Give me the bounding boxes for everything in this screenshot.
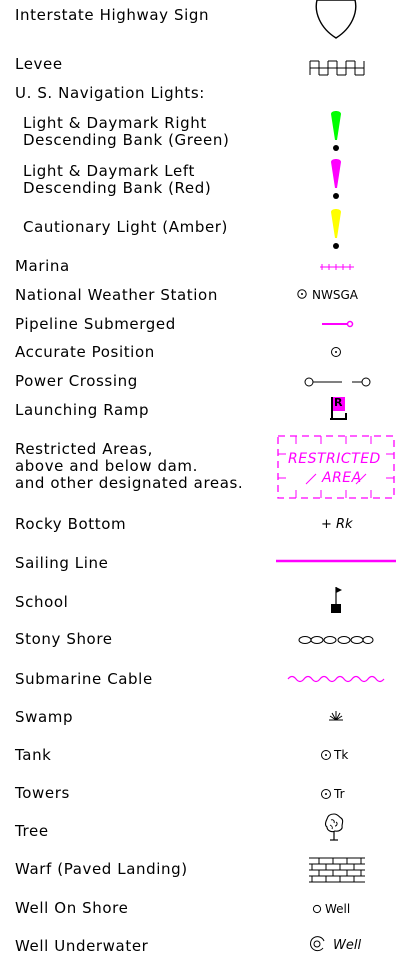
sailing-line-icon — [276, 559, 396, 563]
rocky-label: Rocky Bottom — [15, 515, 127, 533]
well-underwater-icon — [309, 935, 329, 953]
well-underwater-label: Well Underwater — [15, 937, 149, 955]
area-word: AREA — [322, 470, 362, 486]
swamp-icon — [327, 709, 345, 721]
weather-symbol-text: NWSGA — [312, 288, 358, 302]
well-shore-icon — [312, 903, 323, 915]
tank-symbol-text: Tk — [334, 748, 349, 762]
marina-icon — [320, 263, 354, 271]
levee-icon — [309, 60, 365, 76]
tree-icon — [323, 812, 345, 842]
light-right-label-1: Light & Daymark Right — [23, 114, 207, 132]
amber-light-icon — [329, 208, 343, 252]
marina-label: Marina — [15, 257, 70, 275]
light-left-label-2: Descending Bank (Red) — [23, 179, 212, 197]
warf-bricks-icon — [309, 857, 365, 883]
towers-icon — [320, 787, 334, 801]
tank-label: Tank — [15, 746, 52, 764]
restricted-word: RESTRICTED — [288, 451, 381, 467]
towers-symbol-text: Tr — [334, 787, 345, 801]
sailing-label: Sailing Line — [15, 554, 109, 572]
weather-label: National Weather Station — [15, 286, 218, 304]
green-light-icon — [329, 110, 343, 154]
rocky-symbol: + Rk — [321, 517, 353, 532]
pipeline-label: Pipeline Submerged — [15, 315, 176, 333]
power-crossing-icon — [304, 376, 374, 388]
light-left-label-1: Light & Daymark Left — [23, 162, 195, 180]
towers-label: Towers — [15, 784, 70, 802]
restricted-label-3: and other designated areas. — [15, 474, 244, 492]
swamp-label: Swamp — [15, 708, 74, 726]
stony-label: Stony Shore — [15, 630, 113, 648]
accurate-position-icon — [330, 345, 344, 359]
restricted-area-box — [276, 434, 396, 500]
ramp-letter: R — [334, 396, 343, 409]
light-right-label-2: Descending Bank (Green) — [23, 131, 230, 149]
accurate-label: Accurate Position — [15, 343, 155, 361]
weather-station-icon — [297, 287, 309, 301]
pipeline-icon — [322, 319, 354, 329]
submarine-cable-icon — [287, 674, 385, 684]
well-shore-label: Well On Shore — [15, 899, 129, 917]
restricted-label-1: Restricted Areas, — [15, 440, 153, 458]
stony-shore-icon — [297, 634, 375, 646]
warf-label: Warf (Paved Landing) — [15, 860, 188, 878]
school-label: School — [15, 593, 69, 611]
well-shore-symbol: Well — [325, 902, 351, 916]
restricted-label-2: above and below dam. — [15, 457, 198, 475]
well-underwater-symbol: Well — [333, 938, 362, 953]
cautionary-label: Cautionary Light (Amber) — [23, 218, 229, 236]
red-light-icon — [329, 158, 343, 202]
school-flag-icon — [330, 586, 346, 614]
ramp-label: Launching Ramp — [15, 401, 150, 419]
interstate-shield-icon — [314, 0, 358, 40]
interstate-label: Interstate Highway Sign — [15, 6, 210, 24]
cable-label: Submarine Cable — [15, 670, 153, 688]
levee-label: Levee — [15, 55, 63, 73]
power-label: Power Crossing — [15, 372, 138, 390]
nav-lights-heading: U. S. Navigation Lights: — [15, 84, 205, 102]
tree-label: Tree — [15, 822, 49, 840]
tank-icon — [320, 748, 334, 762]
